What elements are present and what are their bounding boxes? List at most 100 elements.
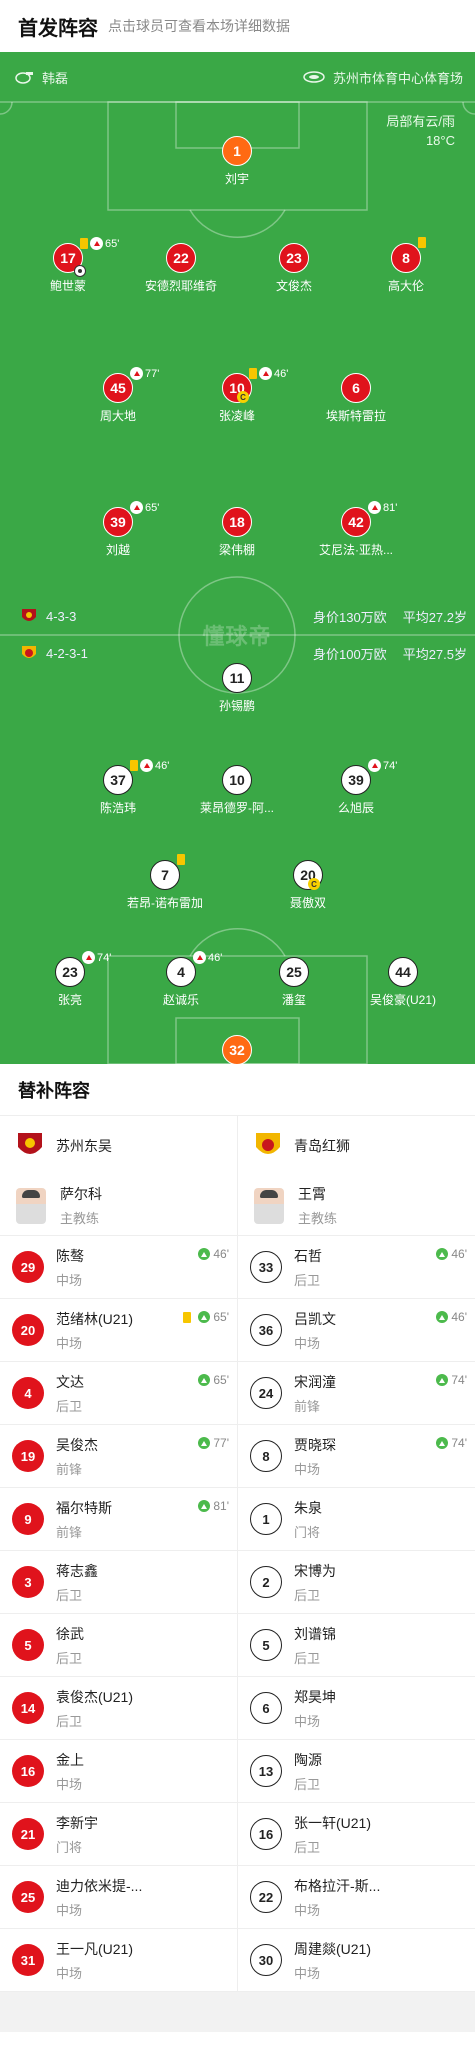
sub-player-row[interactable]: 16 张一轩(U21) 后卫 xyxy=(238,1803,475,1866)
player-marker[interactable]: 10 46' C 张凌峰 xyxy=(187,367,288,424)
player-name: 埃斯特雷拉 xyxy=(325,409,386,423)
sub-player-number: 14 xyxy=(12,1692,44,1724)
player-number: 23 xyxy=(279,243,309,273)
sub-player-number: 9 xyxy=(12,1503,44,1535)
player-marker[interactable]: 20 C 聂傲双 xyxy=(258,860,358,911)
player-marker[interactable]: 8 高大伦 xyxy=(356,237,456,294)
sub-player-row[interactable]: 4 文达 后卫 65' xyxy=(0,1362,237,1425)
player-marker[interactable]: 39 74' 么旭辰 xyxy=(306,759,406,816)
sub-on-icon xyxy=(198,1311,211,1323)
sub-player-row[interactable]: 5 刘谱锦 后卫 xyxy=(238,1614,475,1677)
player-number: 22 xyxy=(166,243,196,273)
sub-player-row[interactable]: 33 石哲 后卫 46' xyxy=(238,1236,475,1299)
sub-on-minute: 65' xyxy=(213,1310,229,1324)
sub-player-row[interactable]: 19 吴俊杰 前锋 77' xyxy=(0,1425,237,1488)
player-marker[interactable]: 23 文俊杰 xyxy=(244,243,344,294)
player-number: 6 xyxy=(341,373,371,403)
yellow-card-icon xyxy=(249,368,257,379)
sub-player-number: 33 xyxy=(250,1251,282,1283)
player-marker[interactable]: 45 77' 周大地 xyxy=(68,367,168,424)
player-number: 39 xyxy=(341,765,371,795)
sub-player-position: 中场 xyxy=(294,1965,321,1981)
player-number: 10 xyxy=(222,765,252,795)
sub-player-row[interactable]: 9 福尔特斯 前锋 81' xyxy=(0,1488,237,1551)
sub-player-position: 后卫 xyxy=(56,1587,83,1603)
sub-player-row[interactable]: 3 蒋志鑫 后卫 xyxy=(0,1551,237,1614)
player-marker[interactable]: 17 65' 鲍世蒙 xyxy=(18,237,119,294)
player-events: 46' xyxy=(193,951,222,964)
player-name: 张亮 xyxy=(57,993,82,1007)
player-marker[interactable]: 44 吴俊豪(U21) xyxy=(353,957,453,1008)
away-coach-row[interactable]: 王霄 主教练 xyxy=(238,1176,475,1236)
sub-player-row[interactable]: 31 王一凡(U21) 中场 xyxy=(0,1929,237,1992)
sub-on-icon xyxy=(198,1374,211,1386)
sub-player-number: 36 xyxy=(250,1314,282,1346)
sub-player-row[interactable]: 25 迪力依米提-... 中场 xyxy=(0,1866,237,1929)
sub-off-icon xyxy=(82,951,95,964)
sub-player-events: 65' xyxy=(198,1373,229,1387)
player-number: 37 xyxy=(103,765,133,795)
player-marker[interactable]: 22 安德烈耶维奇 xyxy=(131,243,231,294)
sub-player-row[interactable]: 20 范绪林(U21) 中场 65' xyxy=(0,1299,237,1362)
sub-player-text: 迪力依米提-... 中场 xyxy=(56,1876,142,1919)
player-name: 刘越 xyxy=(105,543,130,557)
away-coach-name: 王霄 xyxy=(298,1186,326,1202)
sub-on-icon xyxy=(198,1248,211,1260)
sub-player-position: 中场 xyxy=(56,1776,83,1792)
sub-player-position: 门将 xyxy=(294,1524,321,1540)
sub-player-row[interactable]: 16 金上 中场 xyxy=(0,1740,237,1803)
player-marker[interactable]: 32刘世博 xyxy=(187,1035,287,1064)
sub-player-row[interactable]: 5 徐武 后卫 xyxy=(0,1614,237,1677)
sub-player-row[interactable]: 13 陶源 后卫 xyxy=(238,1740,475,1803)
sub-player-row[interactable]: 8 贾晓琛 中场 74' xyxy=(238,1425,475,1488)
player-marker[interactable]: 39 65' 刘越 xyxy=(68,501,168,558)
player-marker[interactable]: 23 74' 张亮 xyxy=(20,951,120,1008)
sub-player-events: 46' xyxy=(198,1247,229,1261)
player-events xyxy=(418,237,426,248)
sub-player-row[interactable]: 30 周建燚(U21) 中场 xyxy=(238,1929,475,1992)
sub-on-minute: 81' xyxy=(213,1499,229,1513)
player-marker[interactable]: 37 46' 陈浩玮 xyxy=(68,759,169,816)
away-team-row[interactable]: 青岛红狮 xyxy=(238,1116,475,1176)
sub-player-row[interactable]: 36 吕凯文 中场 46' xyxy=(238,1299,475,1362)
sub-player-row[interactable]: 24 宋润潼 前锋 74' xyxy=(238,1362,475,1425)
player-marker[interactable]: 42 81' 艾尼法·亚热... xyxy=(306,501,406,558)
sub-player-row[interactable]: 29 陈骜 中场 46' xyxy=(0,1236,237,1299)
pitch: 韩磊 苏州市体育中心体育场 局部有云/雨 18°C 懂球帝 4-3-3 身价13… xyxy=(0,52,475,1064)
player-marker[interactable]: 6 埃斯特雷拉 xyxy=(306,373,406,424)
sub-player-position: 后卫 xyxy=(294,1587,321,1603)
player-marker[interactable]: 25 潘玺 xyxy=(244,957,344,1008)
away-team-crest-icon xyxy=(254,1131,282,1161)
sub-player-row[interactable]: 21 李新宇 门将 xyxy=(0,1803,237,1866)
player-number: 45 xyxy=(103,373,133,403)
sub-player-text: 石哲 后卫 xyxy=(294,1246,322,1289)
sub-player-number: 13 xyxy=(250,1755,282,1787)
sub-player-events: 77' xyxy=(198,1436,229,1450)
home-value: 身价130万欧 xyxy=(312,610,387,625)
home-coach-row[interactable]: 萨尔科 主教练 xyxy=(0,1176,237,1236)
player-events: 77' xyxy=(130,367,159,380)
sub-player-position: 中场 xyxy=(56,1965,83,1981)
sub-player-row[interactable]: 14 袁俊杰(U21) 后卫 xyxy=(0,1677,237,1740)
player-name: 陈浩玮 xyxy=(99,801,136,815)
sub-player-name: 贾晓琛 xyxy=(294,1436,336,1453)
sub-player-row[interactable]: 22 布格拉汗-斯... 中场 xyxy=(238,1866,475,1929)
sub-player-row[interactable]: 1 朱泉 门将 xyxy=(238,1488,475,1551)
player-number: 42 xyxy=(341,507,371,537)
player-marker[interactable]: 10 莱昂德罗-阿... xyxy=(187,765,287,816)
player-marker[interactable]: 18 梁伟棚 xyxy=(187,507,287,558)
sub-player-number: 24 xyxy=(250,1377,282,1409)
sub-player-name: 陈骜 xyxy=(56,1247,84,1264)
player-marker[interactable]: 1 刘宇 xyxy=(187,136,287,187)
sub-player-row[interactable]: 2 宋博为 后卫 xyxy=(238,1551,475,1614)
sub-player-number: 20 xyxy=(12,1314,44,1346)
sub-player-name: 迪力依米提-... xyxy=(56,1877,143,1894)
sub-player-text: 宋博为 后卫 xyxy=(294,1561,336,1604)
player-marker[interactable]: 11 孙锡鹏 xyxy=(187,663,287,714)
sub-player-position: 中场 xyxy=(294,1902,321,1918)
player-marker[interactable]: 7 若昂-诺布雷加 xyxy=(115,854,215,911)
home-team-row[interactable]: 苏州东吴 xyxy=(0,1116,237,1176)
sub-player-row[interactable]: 6 郑昊坤 中场 xyxy=(238,1677,475,1740)
player-marker[interactable]: 4 46' 赵诚乐 xyxy=(131,951,231,1008)
player-events xyxy=(177,854,185,865)
